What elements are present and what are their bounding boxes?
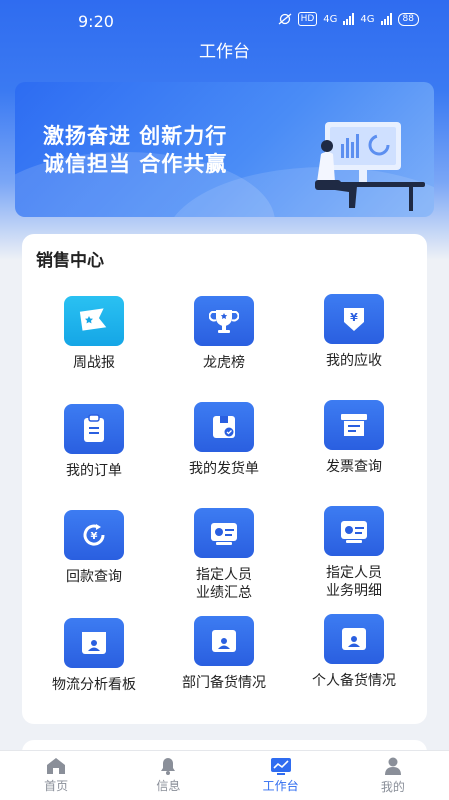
grid-item-my-delivery-notes[interactable]: 我的发货单 (159, 402, 289, 478)
personal-stock-icon (324, 614, 384, 664)
signal-icon (343, 13, 355, 25)
grid-item-label: 我的发货单 (189, 461, 259, 477)
performance-card-icon (194, 508, 254, 558)
sales-center-title: 销售中心 (36, 251, 104, 271)
delivery-box-icon (194, 402, 254, 452)
business-card-icon (324, 506, 384, 556)
grid-item-label: 物流分析看板 (52, 677, 136, 693)
alarm-muted-icon (278, 13, 292, 25)
bottom-tab-bar: 首页 信息 工作台 我的 (0, 750, 449, 800)
trophy-icon (194, 296, 254, 346)
grid-item-label: 周战报 (73, 355, 115, 371)
sales-center-card: 销售中心 周战报 龙虎榜 ¥ 我的应收 我的订单 我的发货单 发票查询 ¥ 回款… (22, 234, 427, 724)
flag-icon (64, 296, 124, 346)
grid-item-label: 我的应收 (326, 353, 382, 369)
grid-item-leaderboard[interactable]: 龙虎榜 (159, 296, 289, 372)
bell-icon (161, 758, 176, 775)
status-bar: 9:20 HD 4G 4G 88 (0, 0, 449, 40)
logistics-board-icon (64, 618, 124, 668)
invoice-icon (324, 400, 384, 450)
home-icon (47, 758, 66, 774)
banner-slogan-line2: 诚信担当 合作共赢 (43, 152, 228, 176)
tab-label: 首页 (44, 779, 69, 793)
tab-label: 工作台 (262, 779, 299, 793)
signal-icon-2 (380, 13, 392, 25)
network-label-1: 4G (323, 13, 338, 25)
grid-item-label: 我的订单 (66, 463, 122, 479)
tab-profile[interactable]: 我的 (337, 751, 449, 800)
grid-item-label: 指定人员 业绩汇总 (196, 567, 252, 601)
clipboard-icon (64, 404, 124, 454)
hd-badge: HD (297, 12, 318, 26)
status-icons: HD 4G 4G 88 (278, 12, 419, 26)
network-label-2: 4G (360, 13, 375, 25)
grid-item-label: 发票查询 (326, 459, 382, 475)
tab-messages[interactable]: 信息 (112, 751, 224, 800)
dept-stock-icon (194, 616, 254, 666)
tab-home[interactable]: 首页 (0, 751, 112, 800)
grid-item-dept-stock[interactable]: 部门备货情况 (159, 616, 289, 692)
grid-item-my-receivables[interactable]: ¥ 我的应收 (289, 294, 419, 370)
banner-slogan-line1: 激扬奋进 创新力行 (43, 124, 228, 148)
page-title: 工作台 (199, 42, 250, 62)
grid-item-payment-query[interactable]: ¥ 回款查询 (29, 510, 159, 586)
grid-item-label: 个人备货情况 (312, 673, 396, 689)
yuan-refresh-icon: ¥ (64, 510, 124, 560)
grid-item-label: 指定人员 业务明细 (326, 565, 382, 599)
svg-text:¥: ¥ (350, 311, 358, 324)
svg-text:¥: ¥ (91, 531, 98, 542)
grid-item-personal-stock[interactable]: 个人备货情况 (289, 614, 419, 690)
grid-item-invoice-query[interactable]: 发票查询 (289, 400, 419, 476)
grid-item-weekly-report[interactable]: 周战报 (29, 296, 159, 372)
grid-item-label: 回款查询 (66, 569, 122, 585)
grid-item-label: 部门备货情况 (182, 675, 266, 691)
battery-icon: 88 (397, 12, 419, 26)
banner[interactable]: 激扬奋进 创新力行 诚信担当 合作共赢 (15, 82, 434, 217)
workbench-chart-icon (270, 758, 291, 775)
tab-label: 信息 (156, 779, 181, 793)
office-worker-illustration (315, 122, 425, 211)
grid-item-label: 龙虎榜 (203, 355, 245, 371)
yuan-receivable-icon: ¥ (324, 294, 384, 344)
tab-label: 我的 (380, 780, 405, 794)
grid-item-business-details[interactable]: 指定人员 业务明细 (289, 506, 419, 600)
grid-item-my-orders[interactable]: 我的订单 (29, 404, 159, 480)
tab-workbench[interactable]: 工作台 (225, 751, 337, 800)
status-time: 9:20 (78, 12, 114, 31)
user-icon (384, 757, 401, 775)
grid-item-performance-summary[interactable]: 指定人员 业绩汇总 (159, 508, 289, 602)
grid-item-logistics-board[interactable]: 物流分析看板 (29, 618, 159, 694)
